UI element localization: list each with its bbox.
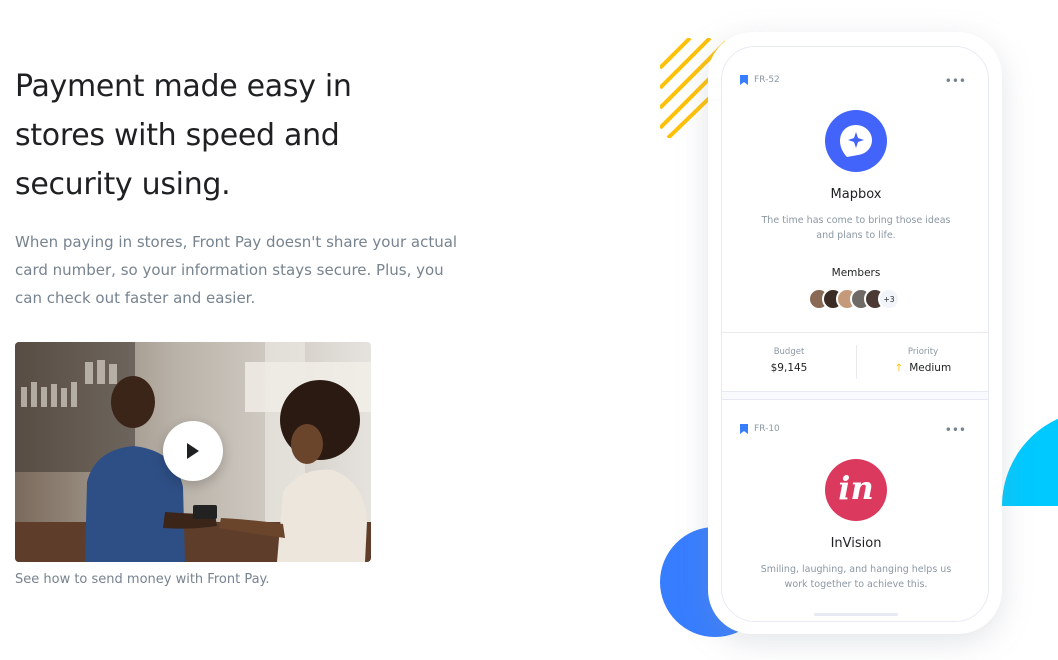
invision-logo-text: in (838, 469, 874, 507)
card-title: InVision (830, 536, 882, 551)
card-code: FR-10 (754, 424, 780, 434)
hero-headline: Payment made easy in stores with speed a… (15, 69, 352, 202)
play-button[interactable] (163, 421, 223, 481)
play-icon (187, 443, 199, 459)
card-description: Smiling, laughing, and hanging helps us … (760, 564, 952, 590)
priority-label: Priority (907, 347, 939, 357)
project-card-invision[interactable]: FR-10 ••• in InVision Smiling, laughing,… (722, 401, 988, 621)
bookmark-icon (740, 75, 748, 85)
members-avatars: +3 (808, 288, 900, 310)
budget-value: $9,145 (770, 362, 808, 374)
mapbox-logo (825, 110, 887, 172)
card-title: Mapbox (830, 187, 882, 202)
phone-mockup: FR-52 ••• Mapbox The time has come to br… (708, 32, 1002, 634)
more-options-icon[interactable]: ••• (945, 75, 966, 87)
home-indicator (814, 613, 898, 616)
more-options-icon[interactable]: ••• (945, 424, 966, 436)
members-label: Members (831, 267, 881, 279)
card-description: The time has come to bring those ideas a… (761, 215, 951, 241)
bookmark-icon (740, 424, 748, 434)
priority-value: Medium (909, 362, 952, 374)
card-code: FR-52 (754, 75, 780, 85)
arrow-up-icon: ↑ (894, 363, 904, 374)
invision-logo: in (825, 459, 887, 521)
card-stats: Budget $9,145 Priority ↑ Medium (722, 332, 988, 392)
cards-separator (722, 392, 988, 400)
priority-value-row: ↑ Medium (856, 362, 988, 374)
phone-screen: FR-52 ••• Mapbox The time has come to br… (721, 46, 989, 622)
video-thumbnail[interactable] (15, 342, 371, 562)
budget-stat: Budget $9,145 (722, 347, 856, 374)
budget-label: Budget (773, 347, 805, 357)
project-card-mapbox[interactable]: FR-52 ••• Mapbox The time has come to br… (722, 47, 988, 399)
hero-lead-text: When paying in stores, Front Pay doesn't… (15, 233, 458, 307)
cyan-circle-decoration (1002, 410, 1058, 506)
members-more-badge: +3 (878, 288, 900, 310)
card-header: FR-52 (740, 75, 780, 85)
priority-stat: Priority ↑ Medium (856, 347, 988, 374)
card-header: FR-10 (740, 424, 780, 434)
video-caption: See how to send money with Front Pay. (15, 572, 270, 587)
